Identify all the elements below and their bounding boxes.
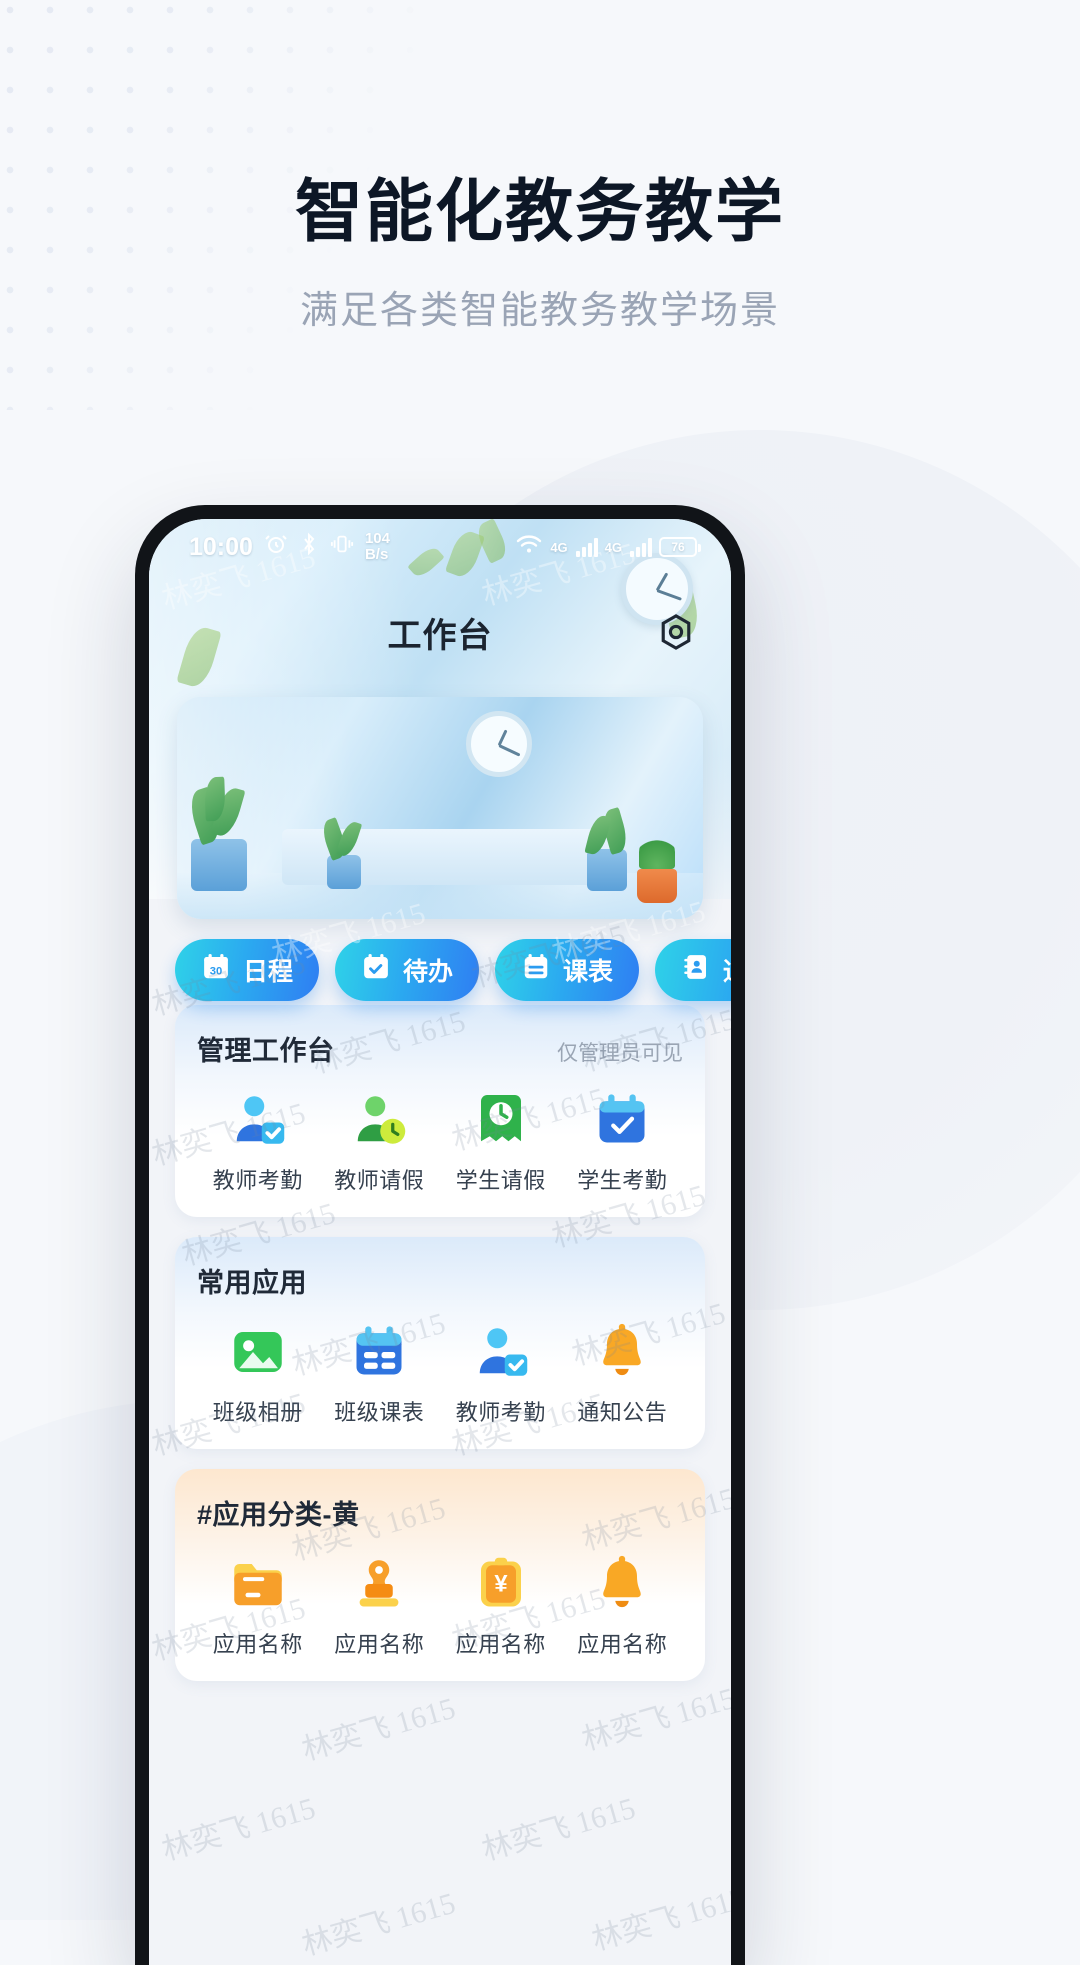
promo-headline: 智能化教务教学 满足各类智能教务教学场景 xyxy=(0,170,1080,334)
app-grid: 教师考勤 教师请假 学生请假 学生考勤 xyxy=(197,1090,683,1195)
app-label: 学生请假 xyxy=(455,1168,546,1193)
alarm-icon xyxy=(264,532,288,563)
card-header: #应用分类-黄 xyxy=(197,1493,683,1532)
app-item-teacher-attendance[interactable]: 教师考勤 xyxy=(197,1090,319,1195)
banner-card[interactable] xyxy=(177,697,703,919)
svg-text:30: 30 xyxy=(210,965,223,977)
bell-orange-icon xyxy=(592,1554,652,1614)
person-check-blue-icon xyxy=(228,1090,288,1150)
quick-action-contacts[interactable]: 通讯录 xyxy=(655,939,731,1001)
signal-icon-1 xyxy=(575,537,598,557)
quick-action-row: 30 日程 待办 课表 xyxy=(175,939,731,1001)
battery-icon: 76 xyxy=(659,537,701,557)
app-item-announcement[interactable]: 通知公告 xyxy=(562,1322,684,1427)
quick-action-label: 课表 xyxy=(563,958,614,986)
app-label: 应用名称 xyxy=(577,1632,668,1657)
page-title: 智能化教务教学 xyxy=(294,174,785,250)
svg-text:¥: ¥ xyxy=(494,1571,508,1598)
app-label: 通知公告 xyxy=(577,1400,668,1425)
person-check-blue-icon xyxy=(471,1322,531,1382)
app-label: 教师请假 xyxy=(334,1168,425,1193)
wifi-icon xyxy=(515,533,543,562)
app-grid: 班级相册 班级课表 教师考勤 通知公告 xyxy=(197,1322,683,1427)
signal-icon-2 xyxy=(630,537,652,557)
calendar-blue-icon xyxy=(349,1322,409,1382)
network-speed: 104 B/s xyxy=(364,530,390,563)
page-subtitle: 满足各类智能教务教学场景 xyxy=(299,290,780,332)
app-item-generic-3[interactable]: ¥ 应用名称 xyxy=(440,1554,562,1659)
quick-action-label: 通讯录 xyxy=(723,952,731,988)
checkbox-calendar-icon xyxy=(361,952,391,989)
app-label: 班级课表 xyxy=(334,1400,425,1425)
schedule-icon xyxy=(521,952,551,989)
stamp-orange-icon xyxy=(349,1554,409,1614)
phone-mockup: 10:00 104 B/s 4G 4G 76 工作台 30 日程 待办 课表 管… xyxy=(135,505,745,1965)
network-type-1: 4G xyxy=(550,539,568,555)
app-item-student-leave[interactable]: 学生请假 xyxy=(440,1090,562,1195)
battery-level: 76 xyxy=(671,540,685,554)
app-label: 应用名称 xyxy=(212,1632,303,1657)
app-label: 教师考勤 xyxy=(455,1400,546,1425)
card-header: 管理工作台 仅管理员可见 xyxy=(197,1029,683,1068)
app-item-generic-4[interactable]: 应用名称 xyxy=(562,1554,684,1659)
app-item-generic-2[interactable]: 应用名称 xyxy=(319,1554,441,1659)
workbench-content[interactable]: 管理工作台 仅管理员可见 教师考勤 教师请假 学生请假 学生考勤 常用应用 班级… xyxy=(149,1005,731,1965)
banner-clock-icon xyxy=(466,711,533,777)
section-title: 管理工作台 xyxy=(197,1036,335,1066)
section-card-common: 常用应用 班级相册 班级课表 教师考勤 通知公告 xyxy=(175,1237,705,1449)
quick-action-schedule[interactable]: 30 日程 xyxy=(175,939,320,1001)
app-label: 教师考勤 xyxy=(212,1168,303,1193)
folder-orange-icon xyxy=(228,1554,288,1614)
contacts-book-icon xyxy=(681,952,711,989)
app-label: 学生考勤 xyxy=(577,1168,668,1193)
calendar-check-blue-icon xyxy=(592,1090,652,1150)
app-item-teacher-attendance-2[interactable]: 教师考勤 xyxy=(440,1322,562,1427)
section-title: #应用分类-黄 xyxy=(197,1500,360,1530)
app-label: 应用名称 xyxy=(334,1632,425,1657)
photo-green-icon xyxy=(228,1322,288,1382)
admin-only-badge: 仅管理员可见 xyxy=(557,1042,683,1065)
app-label: 应用名称 xyxy=(455,1632,546,1657)
network-type-2: 4G xyxy=(604,539,622,555)
clock-badge-green-icon xyxy=(471,1090,531,1150)
app-item-teacher-leave[interactable]: 教师请假 xyxy=(319,1090,441,1195)
app-navbar: 工作台 xyxy=(149,597,731,667)
vibrate-icon xyxy=(330,533,354,562)
person-clock-green-icon xyxy=(349,1090,409,1150)
status-bar: 10:00 104 B/s 4G 4G 76 xyxy=(149,519,731,575)
banner-plant-pot xyxy=(637,835,677,903)
app-grid: 应用名称 应用名称 ¥ 应用名称 应用名称 xyxy=(197,1554,683,1659)
calendar-30-icon: 30 xyxy=(201,952,231,989)
section-title: 常用应用 xyxy=(197,1268,307,1298)
bell-orange-icon xyxy=(592,1322,652,1382)
gear-icon[interactable] xyxy=(655,611,697,653)
app-item-generic-1[interactable]: 应用名称 xyxy=(197,1554,319,1659)
card-header: 常用应用 xyxy=(197,1261,683,1300)
quick-action-label: 日程 xyxy=(243,958,294,986)
section-card-admin: 管理工作台 仅管理员可见 教师考勤 教师请假 学生请假 学生考勤 xyxy=(175,1005,705,1217)
app-label: 班级相册 xyxy=(212,1400,303,1425)
bluetooth-icon xyxy=(299,532,319,563)
app-item-student-attendance[interactable]: 学生考勤 xyxy=(562,1090,684,1195)
phone-screen: 10:00 104 B/s 4G 4G 76 工作台 30 日程 待办 课表 管… xyxy=(149,519,731,1965)
quick-action-todo[interactable]: 待办 xyxy=(335,939,480,1001)
status-time: 10:00 xyxy=(189,532,253,561)
app-item-class-album[interactable]: 班级相册 xyxy=(197,1322,319,1427)
app-item-class-timetable[interactable]: 班级课表 xyxy=(319,1322,441,1427)
quick-action-timetable[interactable]: 课表 xyxy=(495,939,640,1001)
yuan-clipboard-orange-icon: ¥ xyxy=(471,1554,531,1614)
quick-action-label: 待办 xyxy=(403,958,454,986)
workbench-title: 工作台 xyxy=(387,616,493,655)
section-card-category-yellow: #应用分类-黄 应用名称 应用名称 ¥ 应用名称 应用名称 xyxy=(175,1469,705,1681)
